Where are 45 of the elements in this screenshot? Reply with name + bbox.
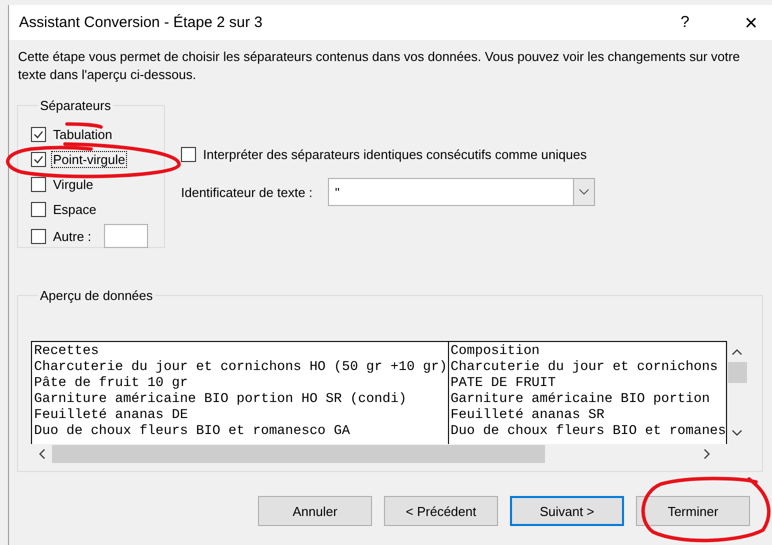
preview-cell: Charcuterie du jour et cornichons: [450, 360, 718, 376]
chevron-right-icon[interactable]: [704, 449, 710, 459]
checkbox[interactable]: [31, 176, 46, 192]
description-text: Cette étape vous permet de choisir les séparateurs contenus dans vos données. Vous pouvez voir les changements sur votre texte dans l'aperçu ci-dessous.: [17, 48, 741, 84]
chevron-left-icon[interactable]: [39, 449, 45, 459]
group-label: Aperçu de données: [39, 288, 154, 303]
finish-button[interactable]: Terminer: [636, 496, 750, 526]
checkbox-label: Espace: [52, 200, 98, 218]
field-label: Identificateur de texte :: [181, 184, 314, 200]
cancel-button[interactable]: Annuler: [258, 496, 372, 526]
preview-cell: PATE DE FRUIT: [450, 376, 556, 392]
preview-cell: Feuilleté ananas SR: [450, 408, 604, 424]
checkbox[interactable]: [31, 202, 46, 216]
back-button[interactable]: < Précédent: [384, 496, 498, 526]
other-separator-field[interactable]: [104, 224, 148, 248]
preview-cell: Recettes: [34, 344, 99, 360]
chevron-up-icon[interactable]: [732, 349, 742, 355]
chevron-down-icon[interactable]: [732, 430, 742, 436]
preview-cell: Pâte de fruit 10 gr: [34, 376, 188, 392]
scrollbar-thumb[interactable]: [52, 445, 545, 463]
close-button[interactable]: ×: [741, 10, 761, 36]
preview-cell: Duo de choux fleurs BIO et romanes: [450, 424, 726, 440]
checkbox[interactable]: [31, 228, 46, 244]
preview-cell: Composition: [450, 344, 540, 360]
preview-cell: Charcuterie du jour et cornichons HO (50 gr +10 gr): [34, 360, 448, 376]
checkbox[interactable]: [31, 152, 46, 166]
checkbox-label: Autre :: [52, 228, 92, 244]
preview-cell: Duo de choux fleurs BIO et romanesco GA: [34, 424, 350, 440]
chevron-down-icon: [579, 189, 589, 195]
preview-cell: Garniture américaine BIO portion: [450, 392, 710, 408]
checkbox-label: Virgule: [52, 176, 94, 192]
window-title: Assistant Conversion - Étape 2 sur 3: [19, 14, 264, 31]
next-button[interactable]: Suivant >: [510, 496, 624, 526]
help-button[interactable]: ?: [675, 14, 695, 32]
checkbox[interactable]: [31, 126, 46, 142]
checkbox[interactable]: [181, 146, 196, 162]
preview-cell: Feuilleté ananas DE: [34, 408, 188, 424]
checkbox-label: Interpréter des séparateurs identiques consécutifs comme uniques: [202, 146, 588, 162]
text-qualifier-dropdown[interactable]: ": [328, 178, 595, 206]
strike-annotation: [65, 122, 103, 129]
checkbox-label: Tabulation: [52, 126, 114, 142]
preview-cell: Garniture américaine BIO portion HO SR (condi): [34, 392, 407, 408]
group-label: Séparateurs: [39, 98, 112, 113]
scrollbar-thumb[interactable]: [728, 362, 747, 383]
checkbox-label: Point-virgule: [51, 150, 128, 168]
